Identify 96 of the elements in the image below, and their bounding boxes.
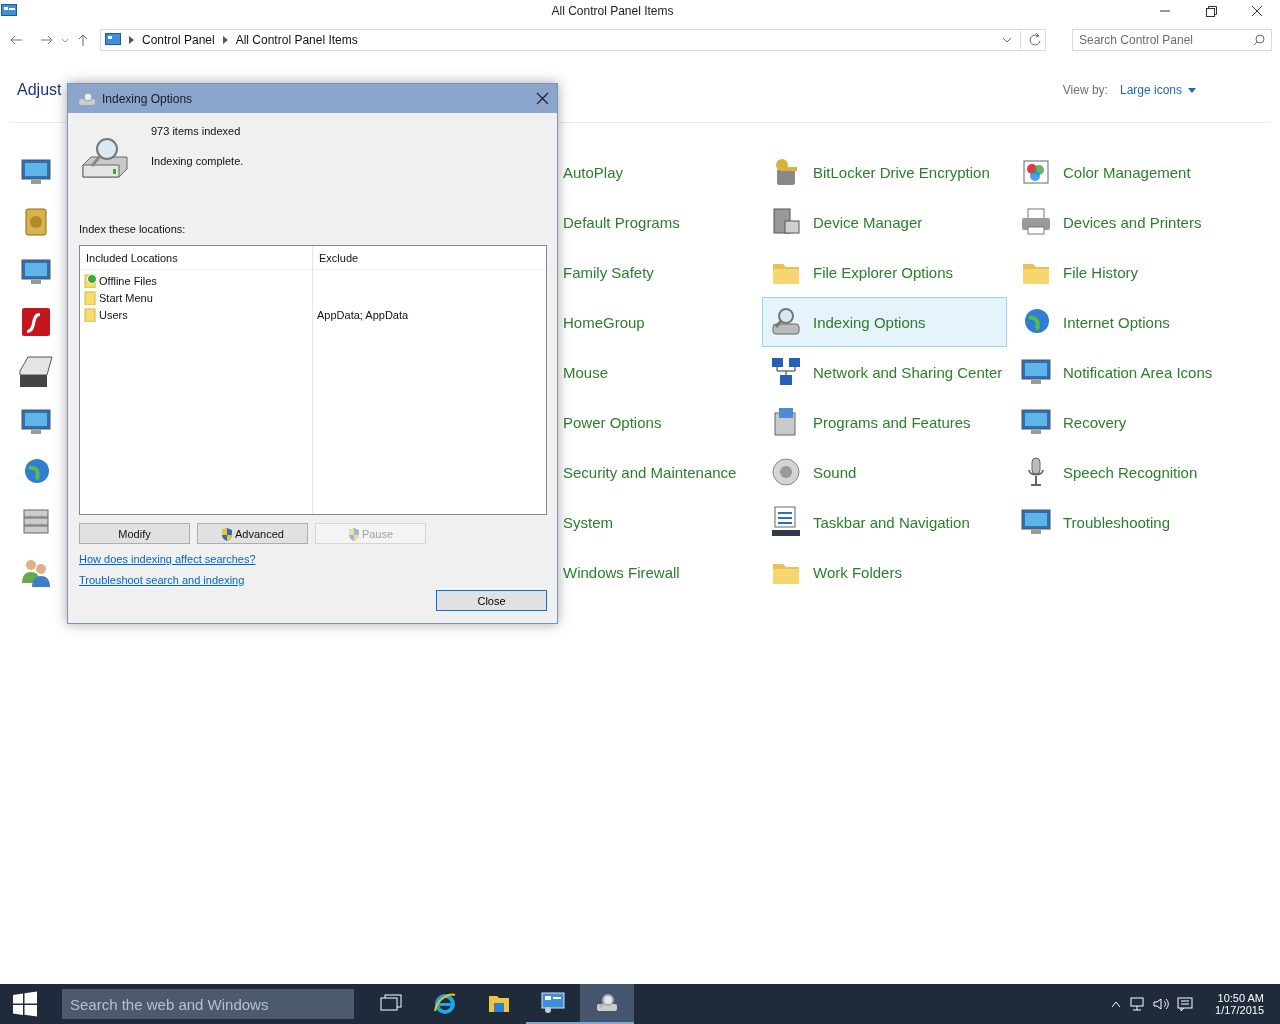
item-label: Devices and Printers <box>1063 212 1202 233</box>
control-panel-item[interactable]: File Explorer Options <box>762 247 1007 297</box>
volume-icon[interactable] <box>1153 997 1170 1011</box>
chevron-icon <box>222 36 228 44</box>
control-panel-item[interactable]: Color Management <box>1012 147 1257 197</box>
chevron-icon <box>128 36 134 44</box>
view-by-label: View by: <box>1062 83 1108 97</box>
item-label: Speech Recognition <box>1063 462 1198 483</box>
control-panel-item[interactable]: Work Folders <box>762 547 1007 597</box>
control-panel-item[interactable]: BitLocker Drive Encryption <box>762 147 1007 197</box>
control-panel-item[interactable]: Network and Sharing Center <box>762 347 1007 397</box>
control-panel-item[interactable]: Recovery <box>1012 397 1257 447</box>
sync-folder-icon <box>84 273 97 288</box>
monitor-icon <box>541 992 565 1014</box>
shield-icon <box>221 526 234 541</box>
item-label: File Explorer Options <box>813 262 954 283</box>
control-panel-item[interactable]: Internet Options <box>1012 297 1257 347</box>
dialog-title: Indexing Options <box>102 91 193 106</box>
page-heading: Adjust <box>17 81 62 99</box>
notification-icon[interactable] <box>1177 997 1194 1011</box>
item-label: Internet Options <box>1063 312 1170 333</box>
search-field[interactable]: Search the web and Windows <box>62 989 354 1019</box>
breadcrumb[interactable]: All Control Panel Items <box>235 33 358 47</box>
item-label: Family Safety <box>563 262 654 283</box>
item-label: Taskbar and Navigation <box>813 512 970 533</box>
help-link[interactable]: Troubleshoot search and indexing <box>79 574 245 586</box>
item-label: Notification Area Icons <box>1063 362 1213 383</box>
flash-icon <box>19 305 53 339</box>
view-by-dropdown[interactable]: Large icons <box>1119 83 1196 97</box>
network-icon[interactable] <box>1129 997 1146 1011</box>
item-label: Programs and Features <box>813 412 971 433</box>
shield-icon <box>347 526 360 541</box>
item-label: Recovery <box>1063 412 1127 433</box>
item-label: Power Options <box>563 412 662 433</box>
item-label: Color Management <box>1063 162 1191 183</box>
control-panel-item[interactable]: Indexing Options <box>762 297 1007 347</box>
chevron-down-icon[interactable] <box>1001 36 1012 44</box>
folder-icon <box>84 307 97 322</box>
item-label: File History <box>1063 262 1138 283</box>
control-panel-item[interactable]: Speech Recognition <box>1012 447 1257 497</box>
address-bar[interactable]: Control Panel All Control Panel Items <box>99 29 1046 51</box>
breadcrumb[interactable]: Control Panel <box>141 33 215 47</box>
location-name[interactable]: Users <box>99 308 128 321</box>
control-panel-item[interactable]: Troubleshooting <box>1012 497 1257 547</box>
item-label: Security and Maintenance <box>563 462 737 483</box>
help-link[interactable]: How does indexing affect searches? <box>79 553 256 565</box>
speaker-icon <box>769 455 803 489</box>
item-label: Work Folders <box>813 562 902 583</box>
item-label: HomeGroup <box>563 312 645 333</box>
keyboard-icon <box>19 355 53 389</box>
items-count: 973 items indexed <box>151 125 242 137</box>
restore-icon <box>1205 5 1217 17</box>
browser-icon <box>433 991 457 1015</box>
column-header[interactable]: Included Locations <box>80 246 313 270</box>
folder-icon <box>488 993 510 1013</box>
item-label: BitLocker Drive Encryption <box>813 162 990 183</box>
dialog-button[interactable]: Modify <box>79 523 190 544</box>
close-button[interactable]: Close <box>436 590 547 611</box>
item-label: Default Programs <box>563 212 680 233</box>
folder-icon <box>84 290 97 305</box>
taskbar-app-button[interactable] <box>580 984 634 1024</box>
dialog-button[interactable]: Advanced <box>197 523 308 544</box>
clock[interactable]: 10:50 AM 1/17/2015 <box>1215 992 1264 1016</box>
locations-label: Index these locations: <box>79 223 187 235</box>
item-label: AutoPlay <box>563 162 624 183</box>
item-label: Mouse <box>563 362 609 383</box>
control-panel-item[interactable]: File History <box>1012 247 1257 297</box>
close-icon <box>1251 5 1263 17</box>
control-panel-item[interactable]: Notification Area Icons <box>1012 347 1257 397</box>
item-label: Indexing Options <box>813 312 926 333</box>
close-icon <box>535 92 549 105</box>
exclude-text: AppData; AppData <box>317 308 409 321</box>
control-panel-item[interactable]: Taskbar and Navigation <box>762 497 1007 547</box>
control-panel-item[interactable]: Devices and Printers <box>1012 197 1257 247</box>
item-label: Windows Firewall <box>563 562 680 583</box>
magnifier-icon <box>78 91 96 106</box>
window-title: All Control Panel Items <box>550 4 674 18</box>
column-header[interactable]: Exclude <box>313 246 546 270</box>
caret-up-icon[interactable] <box>1111 1000 1122 1008</box>
item-label: System <box>563 512 613 533</box>
control-panel-item[interactable]: Programs and Features <box>762 397 1007 447</box>
control-panel-item[interactable]: Sound <box>762 447 1007 497</box>
location-name[interactable]: Offline Files <box>99 274 157 287</box>
item-label: Troubleshooting <box>1063 512 1170 533</box>
control-panel-item[interactable]: Device Manager <box>762 197 1007 247</box>
checklist-icon <box>769 505 803 539</box>
location-name[interactable]: Start Menu <box>99 291 153 304</box>
caret-down-icon <box>1188 87 1196 93</box>
search-icon <box>1253 34 1265 46</box>
status-text: Indexing complete. <box>151 155 244 167</box>
control-panel-icon <box>104 33 121 47</box>
item-label: Sound <box>813 462 857 483</box>
magnifier-icon <box>595 993 619 1013</box>
item-label: Network and Sharing Center <box>813 362 1003 383</box>
item-label: Device Manager <box>813 212 923 233</box>
search-field[interactable]: Search Control Panel <box>1071 29 1272 51</box>
